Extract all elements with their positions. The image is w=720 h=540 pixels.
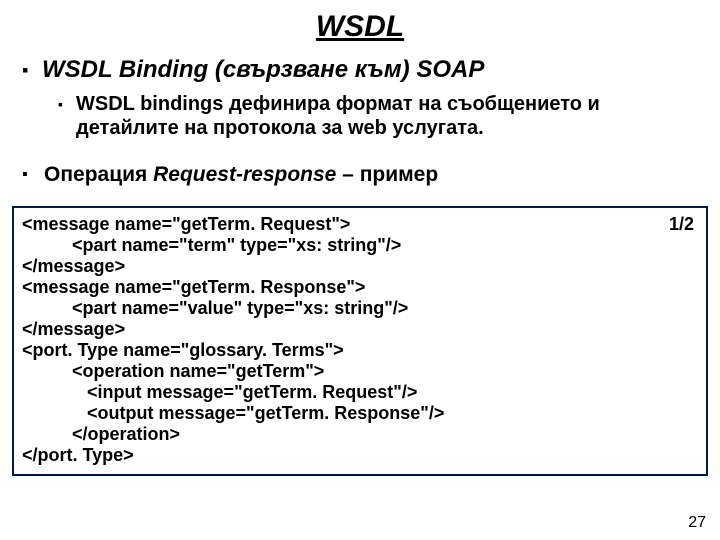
slide-title: WSDL <box>0 0 720 50</box>
pager-label: 1/2 <box>669 214 694 235</box>
text-span-italic: Request-response <box>153 163 336 186</box>
code-line: </port. Type> <box>22 445 698 466</box>
bullet-text: WSDL bindings дефинира формат на съобщен… <box>76 92 700 140</box>
code-line: <operation name="getTerm"> <box>22 361 698 382</box>
code-line: <message name="getTerm. Request"> <box>22 214 698 235</box>
code-line: <part name="term" type="xs: string"/> <box>22 235 698 256</box>
bullet-level1: ▪ Операция Request-response – пример <box>0 144 720 194</box>
slide: WSDL ▪ WSDL Binding (свързване към) SOAP… <box>0 0 720 540</box>
bullet-level2: ▪ WSDL bindings дефинира формат на съобщ… <box>0 88 720 144</box>
code-line: </operation> <box>22 424 698 445</box>
text-span: Операция <box>44 163 153 186</box>
bullet-icon: ▪ <box>22 162 44 188</box>
code-line: <output message="getTerm. Response"/> <box>22 403 698 424</box>
bullet-icon: ▪ <box>58 92 76 116</box>
bullet-text: Операция Request-response – пример <box>44 162 438 188</box>
code-line: <message name="getTerm. Response"> <box>22 277 698 298</box>
code-line: </message> <box>22 319 698 340</box>
code-line: <part name="value" type="xs: string"/> <box>22 298 698 319</box>
bullet-text: WSDL Binding (свързване към) SOAP <box>42 56 484 84</box>
code-line: <port. Type name="glossary. Terms"> <box>22 340 698 361</box>
bullet-icon: ▪ <box>22 56 42 84</box>
bullet-level1: ▪ WSDL Binding (свързване към) SOAP <box>0 50 720 88</box>
code-line: <input message="getTerm. Request"/> <box>22 382 698 403</box>
code-line: </message> <box>22 256 698 277</box>
slide-number: 27 <box>688 514 706 532</box>
text-span: – пример <box>336 163 438 186</box>
code-box: 1/2 <message name="getTerm. Request"> <p… <box>12 206 708 476</box>
